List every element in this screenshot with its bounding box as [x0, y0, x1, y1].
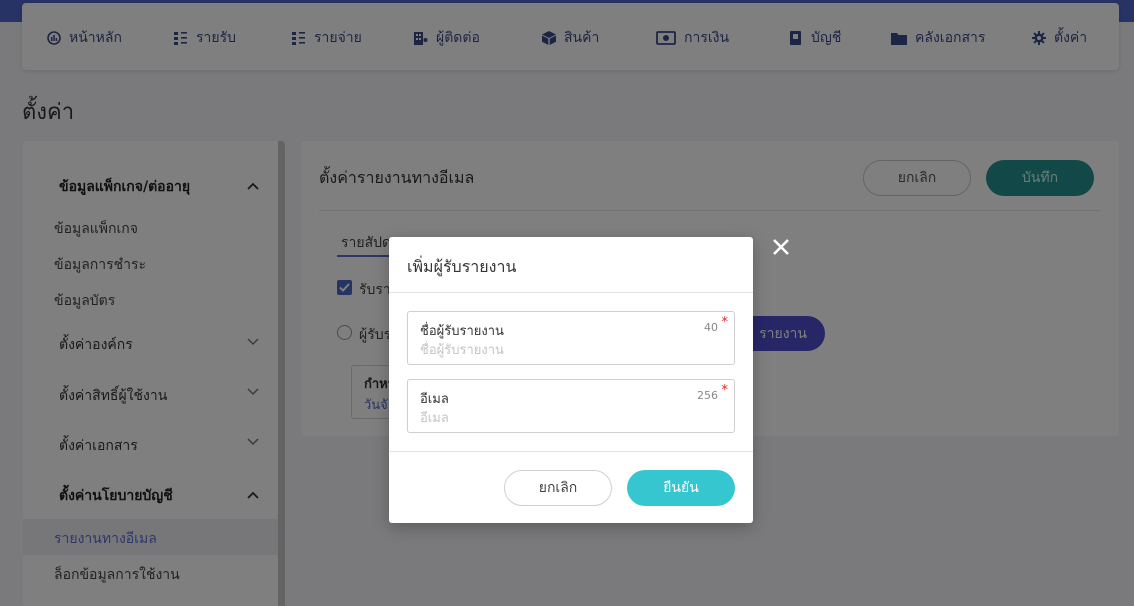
char-counter: 40 [704, 321, 718, 334]
add-recipient-modal: เพิ่มผู้รับรายงาน ชื่อผู้รับรายงาน 40 * … [389, 237, 753, 523]
modal-footer-divider [389, 451, 753, 452]
email-field[interactable]: อีเมล 256 * [407, 379, 735, 433]
modal-confirm-button[interactable]: ยืนยัน [627, 470, 735, 506]
modal-header-divider [389, 292, 753, 293]
required-asterisk: * [721, 383, 729, 398]
field-label: อีเมล [420, 392, 449, 407]
close-icon[interactable] [771, 237, 791, 257]
recipient-name-input[interactable] [420, 341, 710, 359]
required-asterisk: * [721, 315, 729, 330]
field-label: ชื่อผู้รับรายงาน [420, 324, 504, 339]
email-input[interactable] [420, 409, 710, 427]
char-counter: 256 [697, 389, 718, 402]
recipient-name-field[interactable]: ชื่อผู้รับรายงาน 40 * [407, 311, 735, 365]
modal-title: เพิ่มผู้รับรายงาน [407, 257, 517, 276]
modal-cancel-button[interactable]: ยกเลิก [504, 470, 612, 506]
